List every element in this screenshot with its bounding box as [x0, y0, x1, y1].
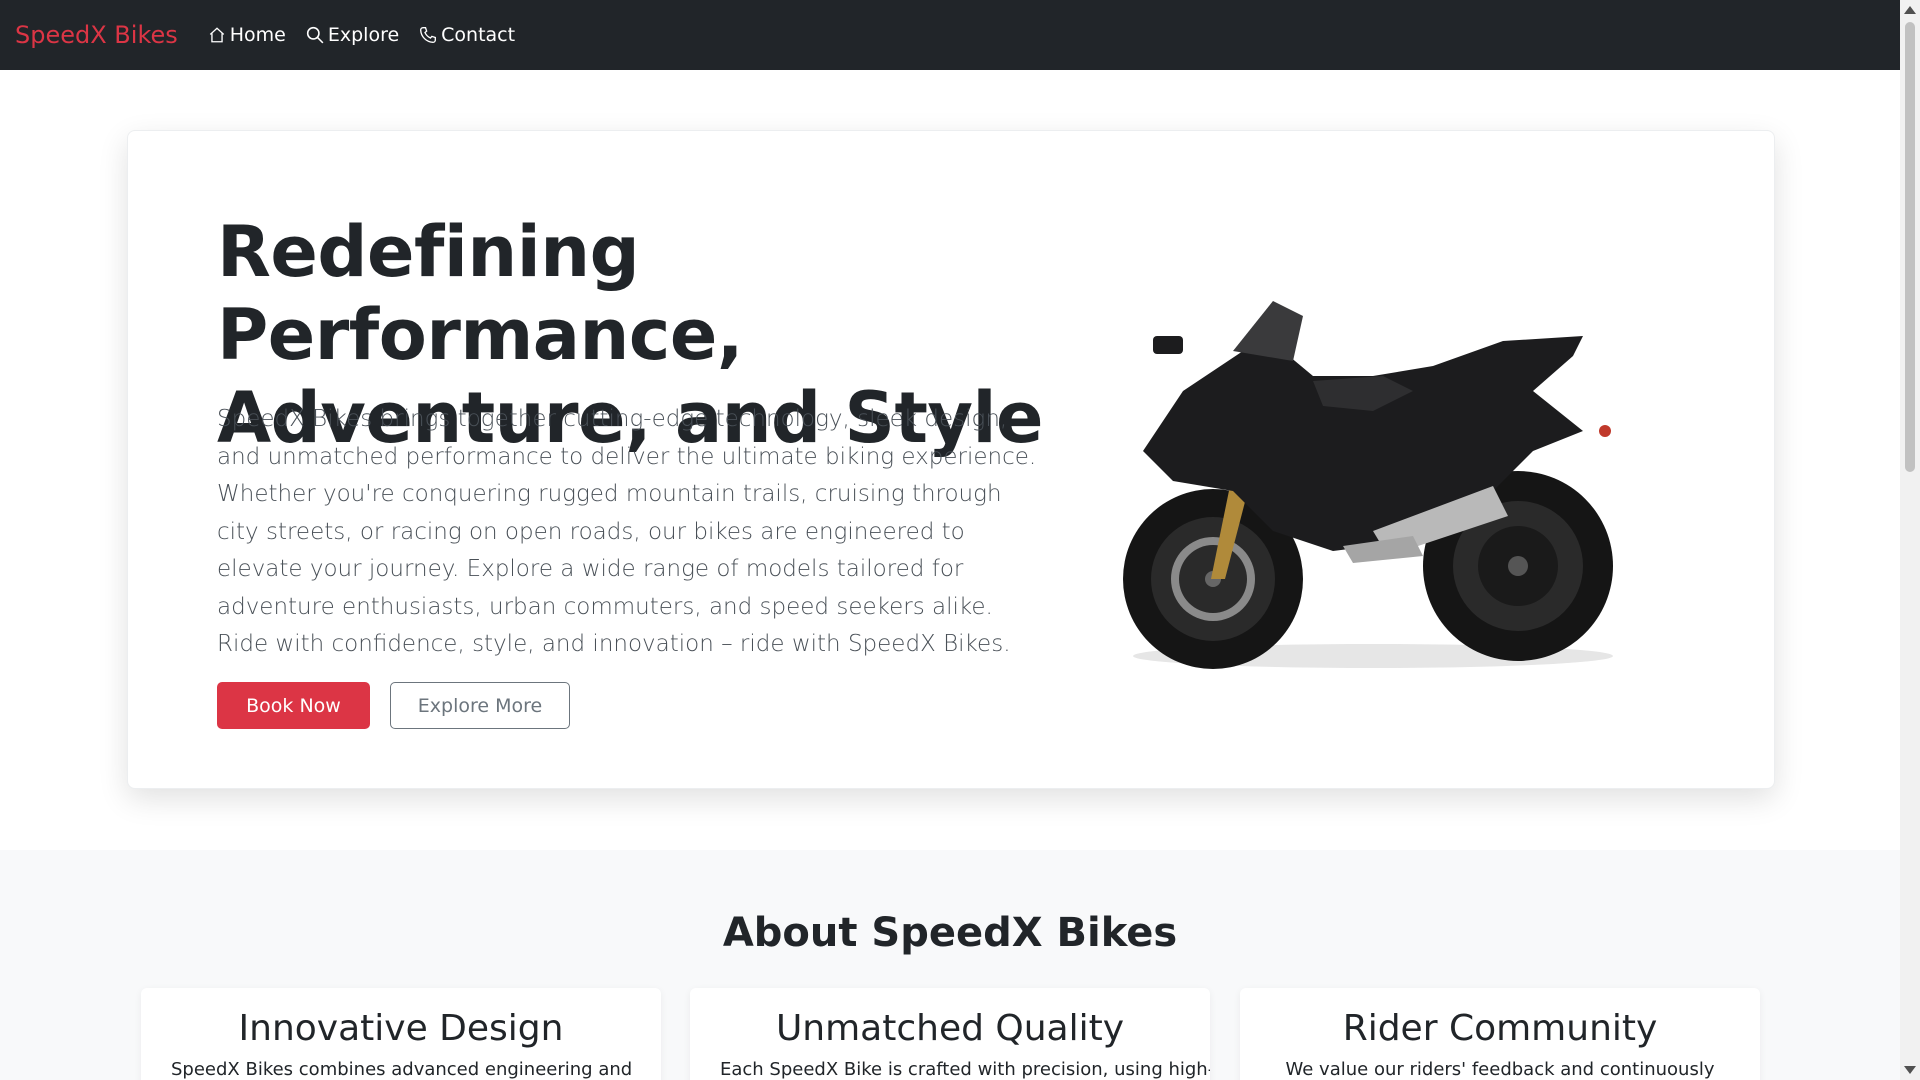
feature-text: Each SpeedX Bike is crafted with precisi… [720, 1059, 1210, 1080]
feature-title: Innovative Design [238, 1008, 564, 1049]
nav-home-link[interactable]: Home [208, 24, 286, 46]
scroll-up-arrow-icon[interactable] [1904, 6, 1916, 14]
vertical-scrollbar[interactable] [1900, 0, 1920, 1080]
about-title: About SpeedX Bikes [722, 910, 1178, 956]
hero-description: SpeedX Bikes brings together cutting-edg… [217, 406, 1037, 657]
hero-card: Redefining Performance, Adventure, and S… [127, 130, 1775, 789]
nav-explore-link[interactable]: Explore [306, 24, 399, 46]
search-icon [306, 26, 324, 44]
top-navbar: SpeedX Bikes Home Explore Contact [0, 0, 1900, 70]
nav-home-label: Home [229, 24, 286, 46]
feature-card-innovative-design: Innovative Design SpeedX Bikes combines … [141, 988, 661, 1080]
feature-card-unmatched-quality: Unmatched Quality Each SpeedX Bike is cr… [690, 988, 1210, 1080]
nav-contact-label: Contact [441, 24, 516, 46]
nav-contact-link[interactable]: Contact [419, 24, 515, 46]
feature-title: Rider Community [1342, 1008, 1658, 1049]
explore-more-button[interactable]: Explore More [390, 682, 570, 729]
feature-title: Unmatched Quality [775, 1008, 1125, 1049]
scrollbar-thumb[interactable] [1905, 22, 1915, 472]
motorcycle-image [1123, 301, 1613, 669]
hero-title-line-1: Redefining Performance, [217, 211, 743, 376]
feature-card-rider-community: Rider Community We value our riders' fee… [1240, 988, 1760, 1080]
book-now-button[interactable]: Book Now [217, 682, 370, 729]
feature-text: SpeedX Bikes combines advanced engineeri… [171, 1059, 633, 1080]
nav-explore-label: Explore [327, 24, 400, 46]
about-section: About SpeedX Bikes Innovative Design Spe… [0, 850, 1900, 1080]
phone-icon [420, 27, 437, 43]
feature-text: We value our riders' feedback and contin… [1285, 1059, 1715, 1080]
scroll-down-arrow-icon[interactable] [1904, 1066, 1916, 1074]
brand-logo[interactable]: SpeedX Bikes [15, 21, 178, 49]
home-icon [209, 27, 224, 43]
